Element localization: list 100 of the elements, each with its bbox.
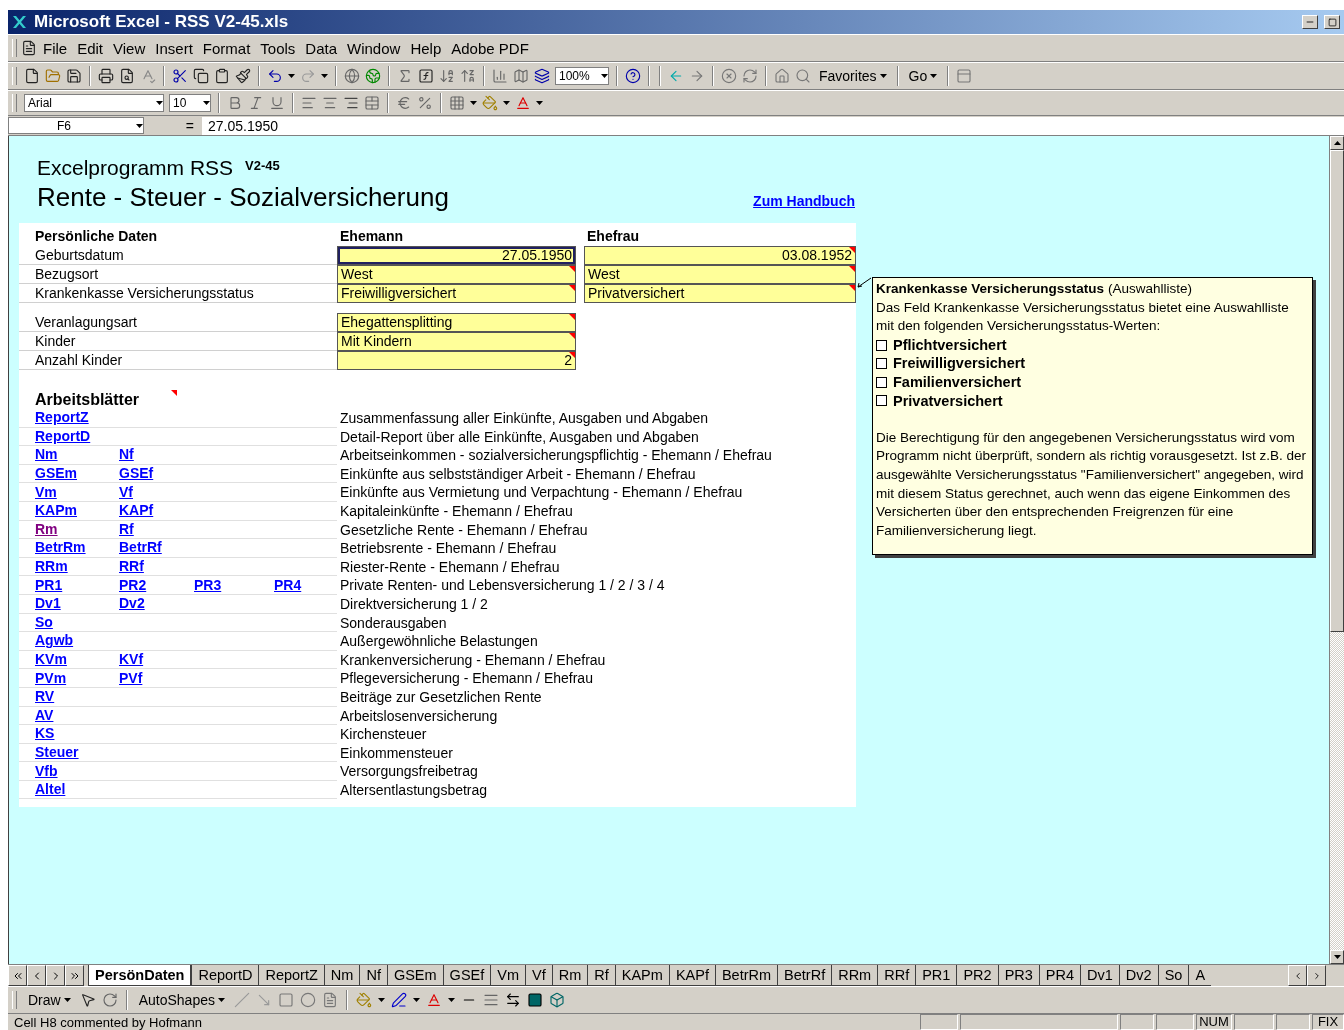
font-color-icon[interactable]	[425, 992, 442, 1008]
sheet-link[interactable]: PR2	[119, 576, 147, 593]
sheet-tab[interactable]: Vm	[490, 965, 525, 986]
line-color-icon[interactable]	[390, 992, 407, 1008]
shadow-icon[interactable]	[526, 992, 543, 1008]
sheet-link[interactable]: KVf	[119, 651, 144, 667]
menu-item[interactable]: File	[39, 37, 72, 59]
document-icon[interactable]	[21, 40, 37, 56]
cube-icon[interactable]	[548, 992, 565, 1008]
caret-icon[interactable]	[288, 74, 295, 78]
sheet-tab[interactable]: BetrRf	[777, 965, 832, 986]
sheet-link[interactable]: Vf	[119, 483, 133, 500]
sheet-link[interactable]: ReportD	[35, 427, 91, 444]
sheet-link[interactable]: ReportZ	[35, 409, 89, 426]
underline-icon[interactable]	[269, 95, 285, 111]
sheet-link[interactable]: BetrRf	[119, 539, 162, 556]
sheet-tab[interactable]: So	[1157, 965, 1189, 986]
input-cell[interactable]: 2	[337, 351, 576, 370]
caret-icon[interactable]	[879, 74, 887, 78]
input-cell[interactable]: 03.08.1952	[584, 246, 856, 265]
oval-icon[interactable]	[299, 992, 316, 1008]
sheet-tab[interactable]: PersönDaten	[88, 965, 192, 986]
sheet-link[interactable]: Nf	[119, 446, 134, 463]
sheet-tab[interactable]: PR1	[915, 965, 957, 986]
sheet-tab[interactable]: RRf	[877, 965, 916, 986]
sheet-link[interactable]: Vm	[35, 483, 57, 500]
sum-icon[interactable]	[397, 68, 413, 84]
spellcheck-icon[interactable]	[140, 68, 156, 84]
refresh-icon[interactable]	[742, 68, 758, 84]
map-icon[interactable]	[513, 68, 529, 84]
caret-icon[interactable]	[217, 998, 225, 1002]
sheet-tab[interactable]: Nf	[359, 965, 387, 986]
sheet-link[interactable]: GSEm	[35, 465, 77, 482]
sheet-tab[interactable]: GSEm	[386, 965, 443, 986]
up-arrow-icon[interactable]	[1333, 141, 1341, 145]
bold-icon[interactable]	[227, 95, 243, 111]
input-cell[interactable]: 27.05.1950	[337, 246, 576, 265]
currency-icon[interactable]	[396, 95, 412, 111]
merge-cells-icon[interactable]	[364, 95, 380, 111]
sheet-link[interactable]: KVm	[35, 651, 67, 667]
rotate-icon[interactable]	[101, 992, 118, 1008]
font-color-icon[interactable]	[515, 95, 531, 111]
scrollbar-thumb[interactable]	[1330, 150, 1344, 632]
sheet-link[interactable]: RRm	[35, 558, 68, 575]
chart-icon[interactable]	[492, 68, 508, 84]
globe-icon[interactable]	[344, 68, 360, 84]
sheet-link[interactable]: Steuer	[35, 744, 79, 760]
sheet-link[interactable]: Dv2	[119, 595, 145, 612]
copy-icon[interactable]	[193, 68, 209, 84]
arrow-style-icon[interactable]	[504, 992, 521, 1008]
sheet-link[interactable]: Agwb	[35, 632, 74, 649]
fill-color-icon[interactable]	[355, 992, 372, 1008]
sheet-tab[interactable]: Dv1	[1080, 965, 1119, 986]
sheet-link[interactable]: Dv1	[35, 595, 61, 612]
sheet-link[interactable]: PVm	[35, 669, 67, 686]
last-sheet-button[interactable]	[65, 965, 84, 986]
caret-icon[interactable]	[536, 101, 543, 105]
pointer-icon[interactable]	[79, 992, 96, 1008]
menu-item[interactable]: Data	[301, 37, 342, 59]
caret-icon[interactable]	[503, 101, 510, 105]
help-icon[interactable]	[625, 68, 641, 84]
cut-icon[interactable]	[172, 68, 188, 84]
sheet-tab[interactable]: PR4	[1038, 965, 1081, 986]
sheet-link[interactable]: Rm	[35, 520, 58, 537]
sheet-link[interactable]: Rf	[119, 520, 134, 537]
sheet-tab[interactable]: A	[1188, 965, 1212, 986]
input-cell[interactable]: Freiwilligversichert	[337, 284, 576, 303]
sheet-tab[interactable]: KAPm	[614, 965, 669, 986]
sheet-tab[interactable]: PR2	[956, 965, 998, 986]
caret-icon[interactable]	[412, 998, 420, 1002]
print-icon[interactable]	[98, 68, 114, 84]
new-file-icon[interactable]	[24, 68, 40, 84]
format-painter-icon[interactable]	[235, 68, 251, 84]
scroll-left-button[interactable]	[1288, 965, 1307, 986]
paste-icon[interactable]	[214, 68, 230, 84]
align-center-icon[interactable]	[322, 95, 338, 111]
sheet-link[interactable]: Vfb	[35, 762, 58, 779]
sheet-link[interactable]: Altel	[35, 781, 66, 798]
stop-icon[interactable]	[721, 68, 737, 84]
sheet-link[interactable]: KAPm	[35, 502, 77, 519]
sheet-tab[interactable]: Vf	[525, 965, 552, 986]
scroll-right-button[interactable]	[1307, 965, 1326, 986]
font-size-dropdown[interactable]: 10	[169, 94, 211, 112]
open-folder-icon[interactable]	[45, 68, 61, 84]
sheet-link[interactable]: PR1	[35, 576, 63, 593]
menu-item[interactable]: Format	[198, 37, 255, 59]
print-preview-icon[interactable]	[119, 68, 135, 84]
name-box[interactable]: F6	[8, 117, 144, 134]
caret-icon[interactable]	[930, 74, 938, 78]
sheet-tab[interactable]: GSEf	[442, 965, 491, 986]
sheet-tab[interactable]: RRm	[831, 965, 878, 986]
text-box-icon[interactable]	[321, 992, 338, 1008]
sheet-tab[interactable]: BetrRm	[714, 965, 778, 986]
sheet-link[interactable]: KS	[35, 725, 55, 742]
sheet-tab[interactable]: ReportD	[191, 965, 259, 986]
caret-icon[interactable]	[136, 123, 143, 128]
caret-icon[interactable]	[203, 101, 210, 105]
formula-field[interactable]: 27.05.1950	[202, 116, 1344, 135]
sheet-link[interactable]: So	[35, 613, 53, 630]
caret-icon[interactable]	[601, 74, 608, 78]
